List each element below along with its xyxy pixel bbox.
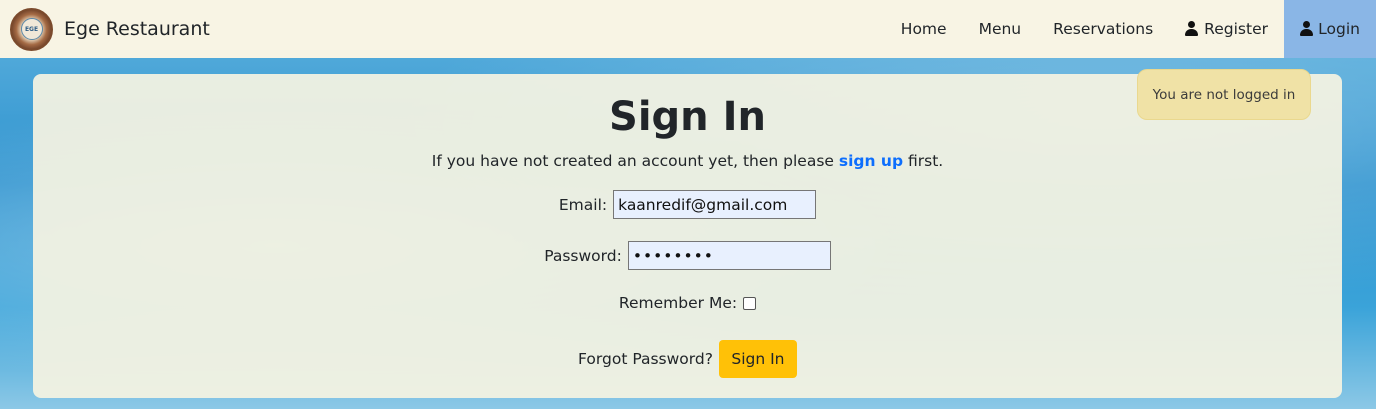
signup-link[interactable]: sign up — [839, 152, 903, 170]
nav-login-label: Login — [1318, 20, 1360, 38]
restaurant-logo[interactable]: EGE — [10, 7, 53, 51]
remember-row: Remember Me: — [33, 294, 1342, 312]
remember-checkbox[interactable] — [743, 296, 757, 310]
signin-card: You are not logged in Sign In If you hav… — [33, 69, 1342, 398]
nav-register[interactable]: Register — [1169, 0, 1284, 58]
forgot-password-link[interactable]: Forgot Password? — [578, 350, 713, 368]
password-label: Password: — [544, 246, 622, 265]
navbar: EGE Ege Restaurant Home Menu Reservation… — [0, 0, 1376, 58]
nav-items: Home Menu Reservations Register Login — [885, 0, 1376, 58]
user-icon — [1300, 21, 1313, 37]
remember-label: Remember Me: — [618, 294, 738, 312]
signin-button[interactable]: Sign In — [718, 340, 797, 378]
brand-name[interactable]: Ege Restaurant — [64, 18, 210, 40]
password-field[interactable]: •••••••• — [627, 241, 831, 270]
signup-prompt-text: If you have not created an account yet, … — [431, 152, 839, 170]
email-field[interactable]: kaanredif@gmail.com — [613, 190, 817, 219]
signup-prompt-tail: first. — [903, 152, 944, 170]
actions-row: Forgot Password? Sign In — [33, 340, 1342, 378]
page-title: Sign In — [609, 94, 766, 140]
nav-home[interactable]: Home — [885, 0, 963, 58]
nav-reservations[interactable]: Reservations — [1037, 0, 1169, 58]
brand[interactable]: EGE Ege Restaurant — [10, 7, 210, 51]
nav-register-label: Register — [1204, 20, 1268, 38]
nav-login[interactable]: Login — [1284, 0, 1376, 58]
email-label: Email: — [558, 195, 608, 214]
logo-text: EGE — [20, 18, 43, 40]
user-icon — [1185, 21, 1199, 37]
signup-prompt: If you have not created an account yet, … — [33, 152, 1342, 170]
nav-menu[interactable]: Menu — [963, 0, 1038, 58]
email-row: Email: kaanredif@gmail.com — [33, 190, 1342, 219]
password-row: Password: •••••••• — [33, 241, 1342, 270]
